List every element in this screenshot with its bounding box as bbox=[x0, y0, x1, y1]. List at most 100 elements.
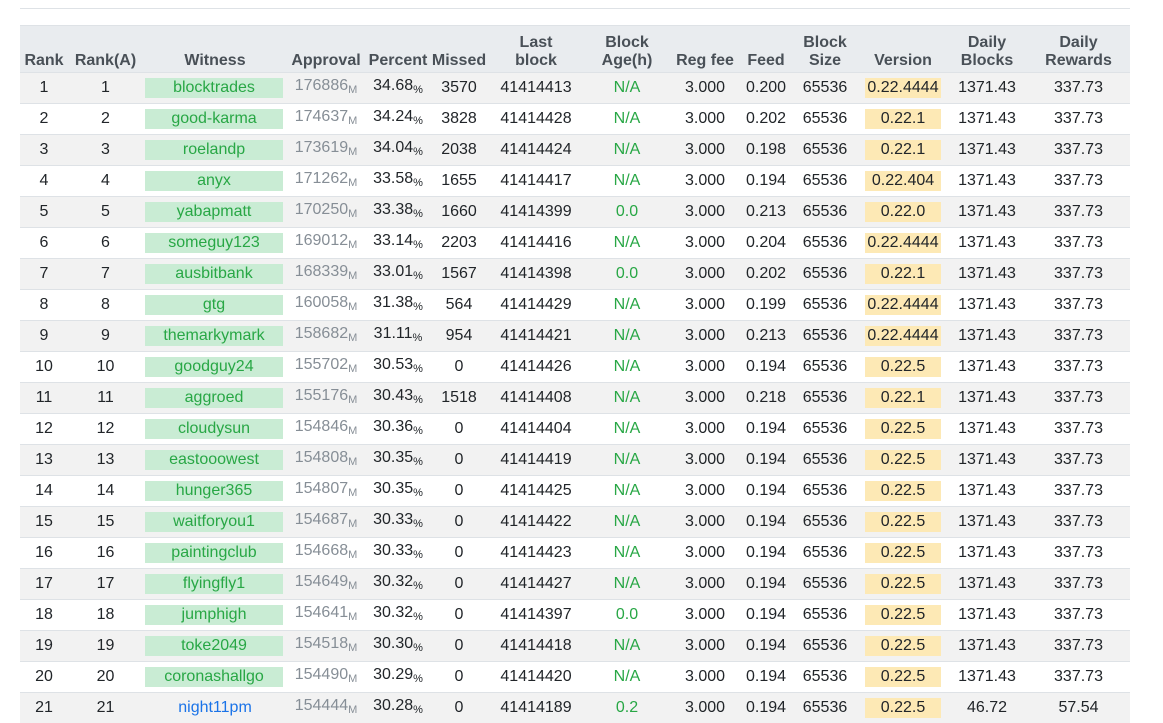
column-header-missed[interactable]: Missed bbox=[431, 26, 487, 73]
cell-feed: 0.198 bbox=[741, 135, 791, 166]
column-header-witness[interactable]: Witness bbox=[143, 26, 287, 73]
column-header-daily-rewards[interactable]: DailyRewards bbox=[1027, 26, 1130, 73]
column-header-version[interactable]: Version bbox=[859, 26, 947, 73]
witness-link[interactable]: waitforyou1 bbox=[145, 512, 283, 532]
cell-rank-a: 4 bbox=[68, 166, 143, 197]
cell-rank-a: 12 bbox=[68, 414, 143, 445]
cell-approval: 170250M bbox=[287, 197, 365, 228]
witness-link[interactable]: blocktrades bbox=[145, 78, 283, 98]
witness-link[interactable]: someguy123 bbox=[145, 233, 283, 253]
witness-link[interactable]: goodguy24 bbox=[145, 357, 283, 377]
cell-reg-fee: 3.000 bbox=[669, 631, 741, 662]
approval-unit: M bbox=[348, 580, 357, 592]
cell-block-age: N/A bbox=[585, 383, 669, 414]
cell-block-size: 65536 bbox=[791, 569, 859, 600]
cell-version: 0.22.5 bbox=[859, 476, 947, 507]
percent-unit: % bbox=[413, 580, 423, 592]
percent-value: 30.35 bbox=[373, 480, 413, 497]
witness-link[interactable]: coronashallgo bbox=[145, 667, 283, 687]
version-badge: 0.22.0 bbox=[865, 202, 941, 222]
witness-link[interactable]: gtg bbox=[145, 295, 283, 315]
cell-daily-blocks: 1371.43 bbox=[947, 104, 1027, 135]
cell-feed: 0.194 bbox=[741, 538, 791, 569]
cell-approval: 154808M bbox=[287, 445, 365, 476]
witness-link[interactable]: good-karma bbox=[145, 109, 283, 129]
cell-feed: 0.218 bbox=[741, 383, 791, 414]
witness-link[interactable]: aggroed bbox=[145, 388, 283, 408]
witness-link[interactable]: flyingfly1 bbox=[145, 574, 283, 594]
cell-approval: 154846M bbox=[287, 414, 365, 445]
approval-unit: M bbox=[348, 549, 357, 561]
witness-link[interactable]: ausbitbank bbox=[145, 264, 283, 284]
column-header-last-block[interactable]: Lastblock bbox=[487, 26, 585, 73]
column-header-rank[interactable]: Rank bbox=[20, 26, 68, 73]
cell-version: 0.22.5 bbox=[859, 507, 947, 538]
witness-link[interactable]: hunger365 bbox=[145, 481, 283, 501]
cell-approval: 158682M bbox=[287, 321, 365, 352]
cell-version: 0.22.4444 bbox=[859, 290, 947, 321]
column-header-approval[interactable]: Approval bbox=[287, 26, 365, 73]
cell-block-size: 65536 bbox=[791, 445, 859, 476]
cell-missed: 0 bbox=[431, 662, 487, 693]
witness-link[interactable]: eastooowest bbox=[145, 450, 283, 470]
cell-witness: aggroed bbox=[143, 383, 287, 414]
approval-value: 154641 bbox=[295, 604, 348, 621]
cell-block-age: 0.0 bbox=[585, 600, 669, 631]
cell-block-size: 65536 bbox=[791, 290, 859, 321]
column-header-daily-blocks[interactable]: DailyBlocks bbox=[947, 26, 1027, 73]
cell-daily-blocks: 1371.43 bbox=[947, 476, 1027, 507]
cell-missed: 3828 bbox=[431, 104, 487, 135]
cell-witness: coronashallgo bbox=[143, 662, 287, 693]
cell-approval: 155702M bbox=[287, 352, 365, 383]
column-header-percent[interactable]: Percent bbox=[365, 26, 431, 73]
percent-unit: % bbox=[413, 518, 423, 530]
cell-daily-rewards: 337.73 bbox=[1027, 259, 1130, 290]
column-header-block-age[interactable]: BlockAge(h) bbox=[585, 26, 669, 73]
witness-link[interactable]: night11pm bbox=[178, 699, 252, 716]
top-divider bbox=[20, 8, 1130, 9]
cell-feed: 0.213 bbox=[741, 321, 791, 352]
witness-link[interactable]: paintingclub bbox=[145, 543, 283, 563]
witness-link[interactable]: yabapmatt bbox=[145, 202, 283, 222]
witness-link[interactable]: anyx bbox=[145, 171, 283, 191]
cell-last-block: 41414423 bbox=[487, 538, 585, 569]
witness-link[interactable]: themarkymark bbox=[145, 326, 283, 346]
cell-rank: 17 bbox=[20, 569, 68, 600]
witness-link[interactable]: cloudysun bbox=[145, 419, 283, 439]
percent-value: 30.32 bbox=[373, 573, 413, 590]
cell-reg-fee: 3.000 bbox=[669, 569, 741, 600]
cell-rank: 13 bbox=[20, 445, 68, 476]
approval-unit: M bbox=[348, 611, 357, 623]
cell-feed: 0.194 bbox=[741, 569, 791, 600]
cell-rank: 6 bbox=[20, 228, 68, 259]
column-header-feed[interactable]: Feed bbox=[741, 26, 791, 73]
percent-unit: % bbox=[413, 332, 423, 344]
cell-witness: ausbitbank bbox=[143, 259, 287, 290]
cell-approval: 154518M bbox=[287, 631, 365, 662]
cell-daily-blocks: 1371.43 bbox=[947, 166, 1027, 197]
percent-value: 30.32 bbox=[373, 604, 413, 621]
cell-daily-blocks: 1371.43 bbox=[947, 73, 1027, 104]
cell-percent: 33.14% bbox=[365, 228, 431, 259]
cell-daily-rewards: 57.54 bbox=[1027, 693, 1130, 723]
cell-daily-blocks: 1371.43 bbox=[947, 290, 1027, 321]
approval-value: 173619 bbox=[295, 139, 348, 156]
cell-last-block: 41414417 bbox=[487, 166, 585, 197]
approval-unit: M bbox=[348, 146, 357, 158]
cell-approval: 176886M bbox=[287, 73, 365, 104]
percent-value: 33.38 bbox=[373, 201, 413, 218]
cell-reg-fee: 3.000 bbox=[669, 259, 741, 290]
witness-link[interactable]: jumphigh bbox=[145, 605, 283, 625]
witness-link[interactable]: toke2049 bbox=[145, 636, 283, 656]
cell-reg-fee: 3.000 bbox=[669, 445, 741, 476]
column-header-rank-a[interactable]: Rank(A) bbox=[68, 26, 143, 73]
cell-feed: 0.194 bbox=[741, 600, 791, 631]
witness-link[interactable]: roelandp bbox=[145, 140, 283, 160]
approval-value: 154807 bbox=[295, 480, 348, 497]
column-header-reg-fee[interactable]: Reg fee bbox=[669, 26, 741, 73]
cell-daily-rewards: 337.73 bbox=[1027, 476, 1130, 507]
cell-missed: 0 bbox=[431, 445, 487, 476]
percent-unit: % bbox=[413, 487, 423, 499]
cell-feed: 0.200 bbox=[741, 73, 791, 104]
column-header-block-size[interactable]: BlockSize bbox=[791, 26, 859, 73]
